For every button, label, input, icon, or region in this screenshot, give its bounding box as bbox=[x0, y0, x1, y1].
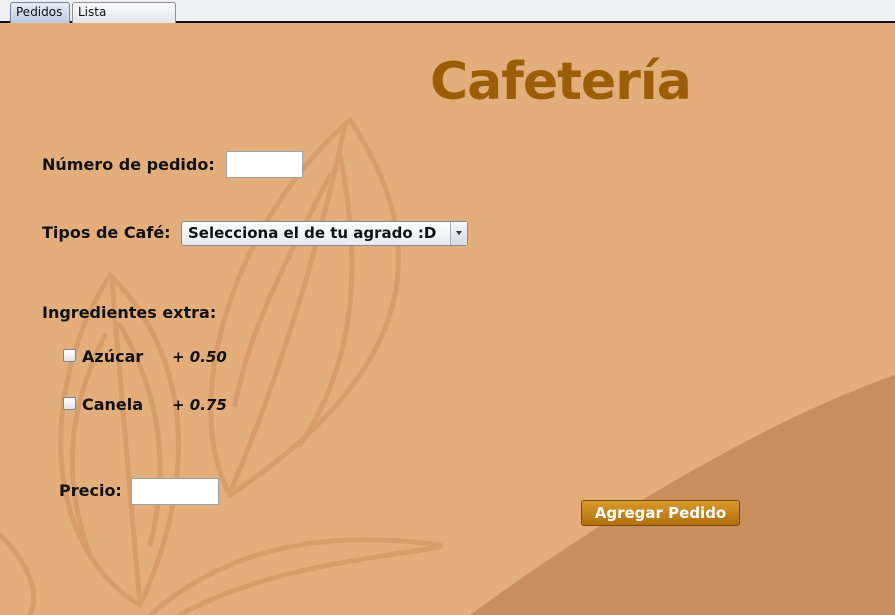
extra-price-azucar: + 0.50 bbox=[172, 348, 227, 366]
checkbox-label-azucar[interactable]: Azúcar bbox=[82, 347, 143, 366]
order-number-field[interactable] bbox=[226, 151, 303, 178]
extra-price-canela: + 0.75 bbox=[172, 396, 227, 414]
leaf-vein bbox=[69, 332, 108, 558]
price-label: Precio: bbox=[59, 481, 122, 500]
price-field[interactable] bbox=[131, 478, 219, 505]
corner-shape bbox=[470, 375, 895, 615]
price-input[interactable] bbox=[132, 479, 218, 504]
tab-pedidos[interactable]: Pedidos bbox=[10, 2, 70, 23]
tab-lista-de-pedidos[interactable]: Lista dePedidos bbox=[72, 2, 176, 38]
leaf-outline bbox=[147, 537, 443, 615]
leaf-vein bbox=[0, 532, 37, 615]
order-number-input[interactable] bbox=[227, 152, 302, 177]
order-panel: Cafetería Número de pedido: Tipos de Caf… bbox=[0, 25, 895, 615]
order-number-label: Número de pedido: bbox=[42, 155, 215, 174]
page-title: Cafetería bbox=[430, 52, 692, 112]
tab-bar: Pedidos Lista dePedidos bbox=[0, 0, 895, 38]
checkbox-azucar[interactable] bbox=[63, 349, 76, 362]
coffee-type-selected-value: Selecciona el de tu agrado :D bbox=[188, 224, 437, 242]
checkbox-canela[interactable] bbox=[63, 397, 76, 410]
add-order-button[interactable]: Agregar Pedido bbox=[581, 500, 740, 526]
leaf-outline bbox=[177, 544, 443, 615]
extras-label: Ingredientes extra: bbox=[42, 303, 217, 322]
chevron-down-icon[interactable] bbox=[450, 222, 467, 245]
coffee-types-label: Tipos de Café: bbox=[42, 223, 171, 242]
coffee-type-select[interactable]: Selecciona el de tu agrado :D bbox=[181, 221, 468, 246]
leaf-vein bbox=[232, 172, 333, 408]
checkbox-label-canela[interactable]: Canela bbox=[82, 395, 143, 414]
